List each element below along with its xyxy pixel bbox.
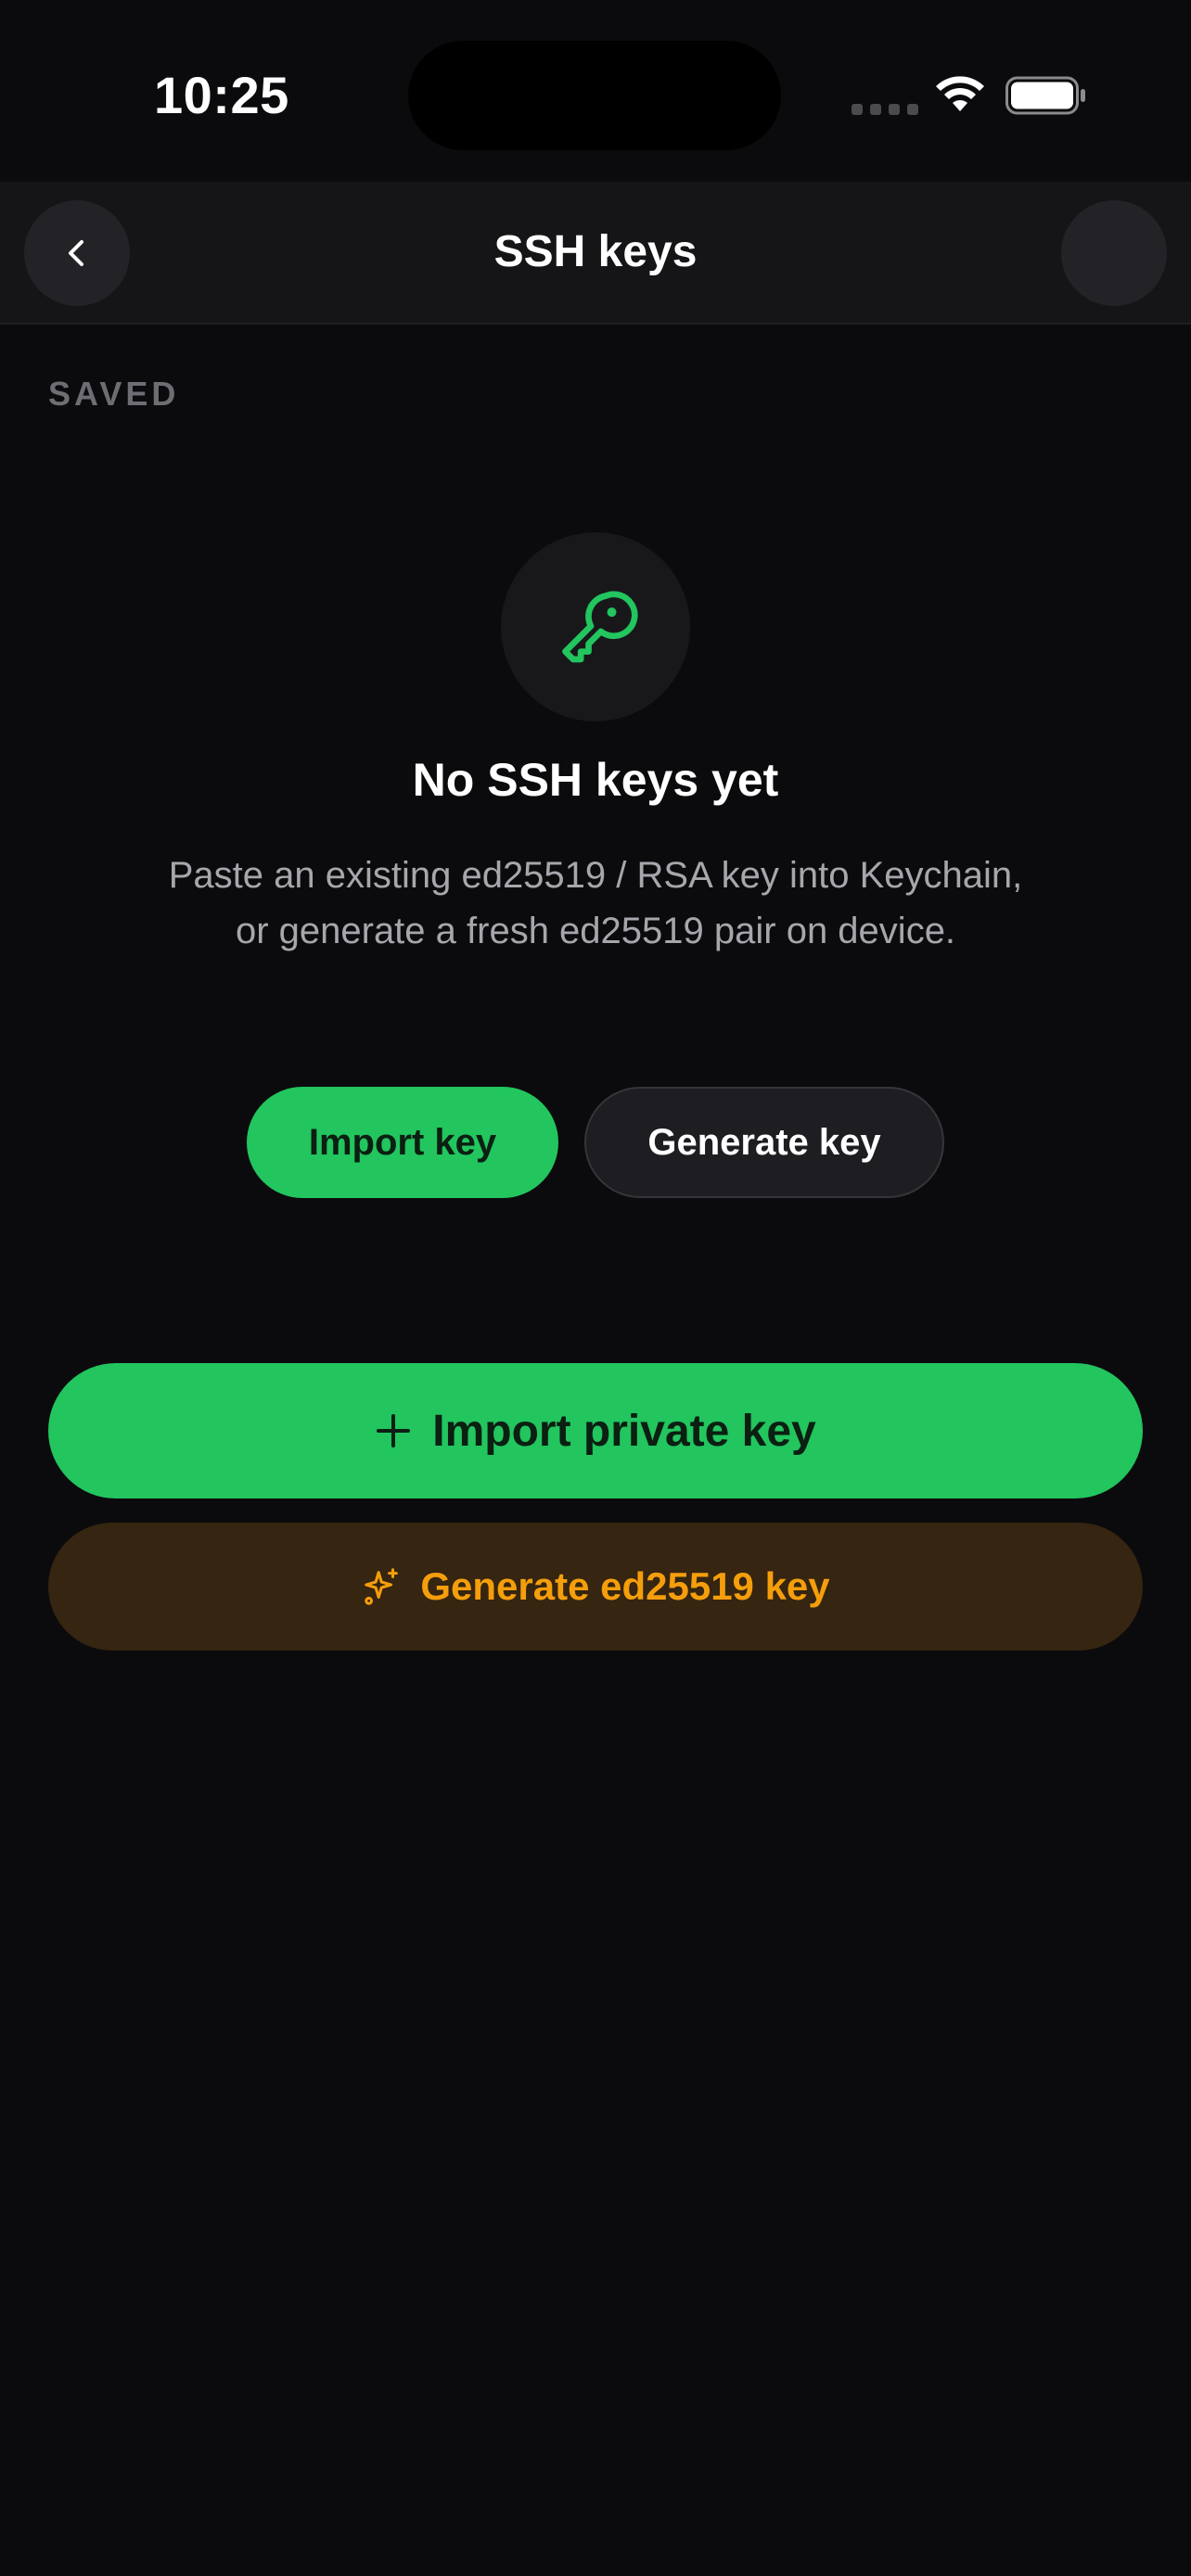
import-key-button[interactable]: Import key bbox=[247, 1087, 558, 1198]
generate-key-button[interactable]: Generate key bbox=[584, 1087, 944, 1198]
status-time: 10:25 bbox=[154, 66, 289, 124]
status-bar: 10:25 bbox=[0, 0, 1191, 182]
import-private-key-label: Import private key bbox=[432, 1406, 816, 1456]
import-private-key-button[interactable]: Import private key bbox=[48, 1363, 1143, 1498]
chevron-left-icon bbox=[69, 240, 83, 266]
back-button[interactable] bbox=[24, 200, 130, 306]
generate-ed25519-key-button[interactable]: Generate ed25519 key bbox=[48, 1523, 1143, 1651]
empty-state-actions: Import key Generate key bbox=[0, 1087, 1191, 1198]
plus-icon bbox=[377, 1414, 411, 1447]
nav-right-button[interactable] bbox=[1061, 200, 1167, 306]
empty-state-icon-container bbox=[501, 532, 690, 721]
key-icon bbox=[562, 591, 638, 663]
empty-state-title: No SSH keys yet bbox=[412, 754, 779, 806]
battery-icon bbox=[1005, 76, 1085, 115]
page-title: SSH keys bbox=[493, 227, 698, 276]
dynamic-island bbox=[408, 41, 781, 150]
generate-ed25519-key-label: Generate ed25519 key bbox=[420, 1564, 830, 1608]
empty-state-description: Paste an existing ed25519 / RSA key into… bbox=[168, 855, 1023, 951]
sparkles-icon bbox=[365, 1568, 399, 1605]
navigation-bar: SSH keys bbox=[0, 182, 1191, 325]
wifi-icon bbox=[936, 76, 984, 111]
section-label-saved: SAVED bbox=[48, 375, 180, 413]
cellular-signal-icon bbox=[852, 104, 918, 115]
